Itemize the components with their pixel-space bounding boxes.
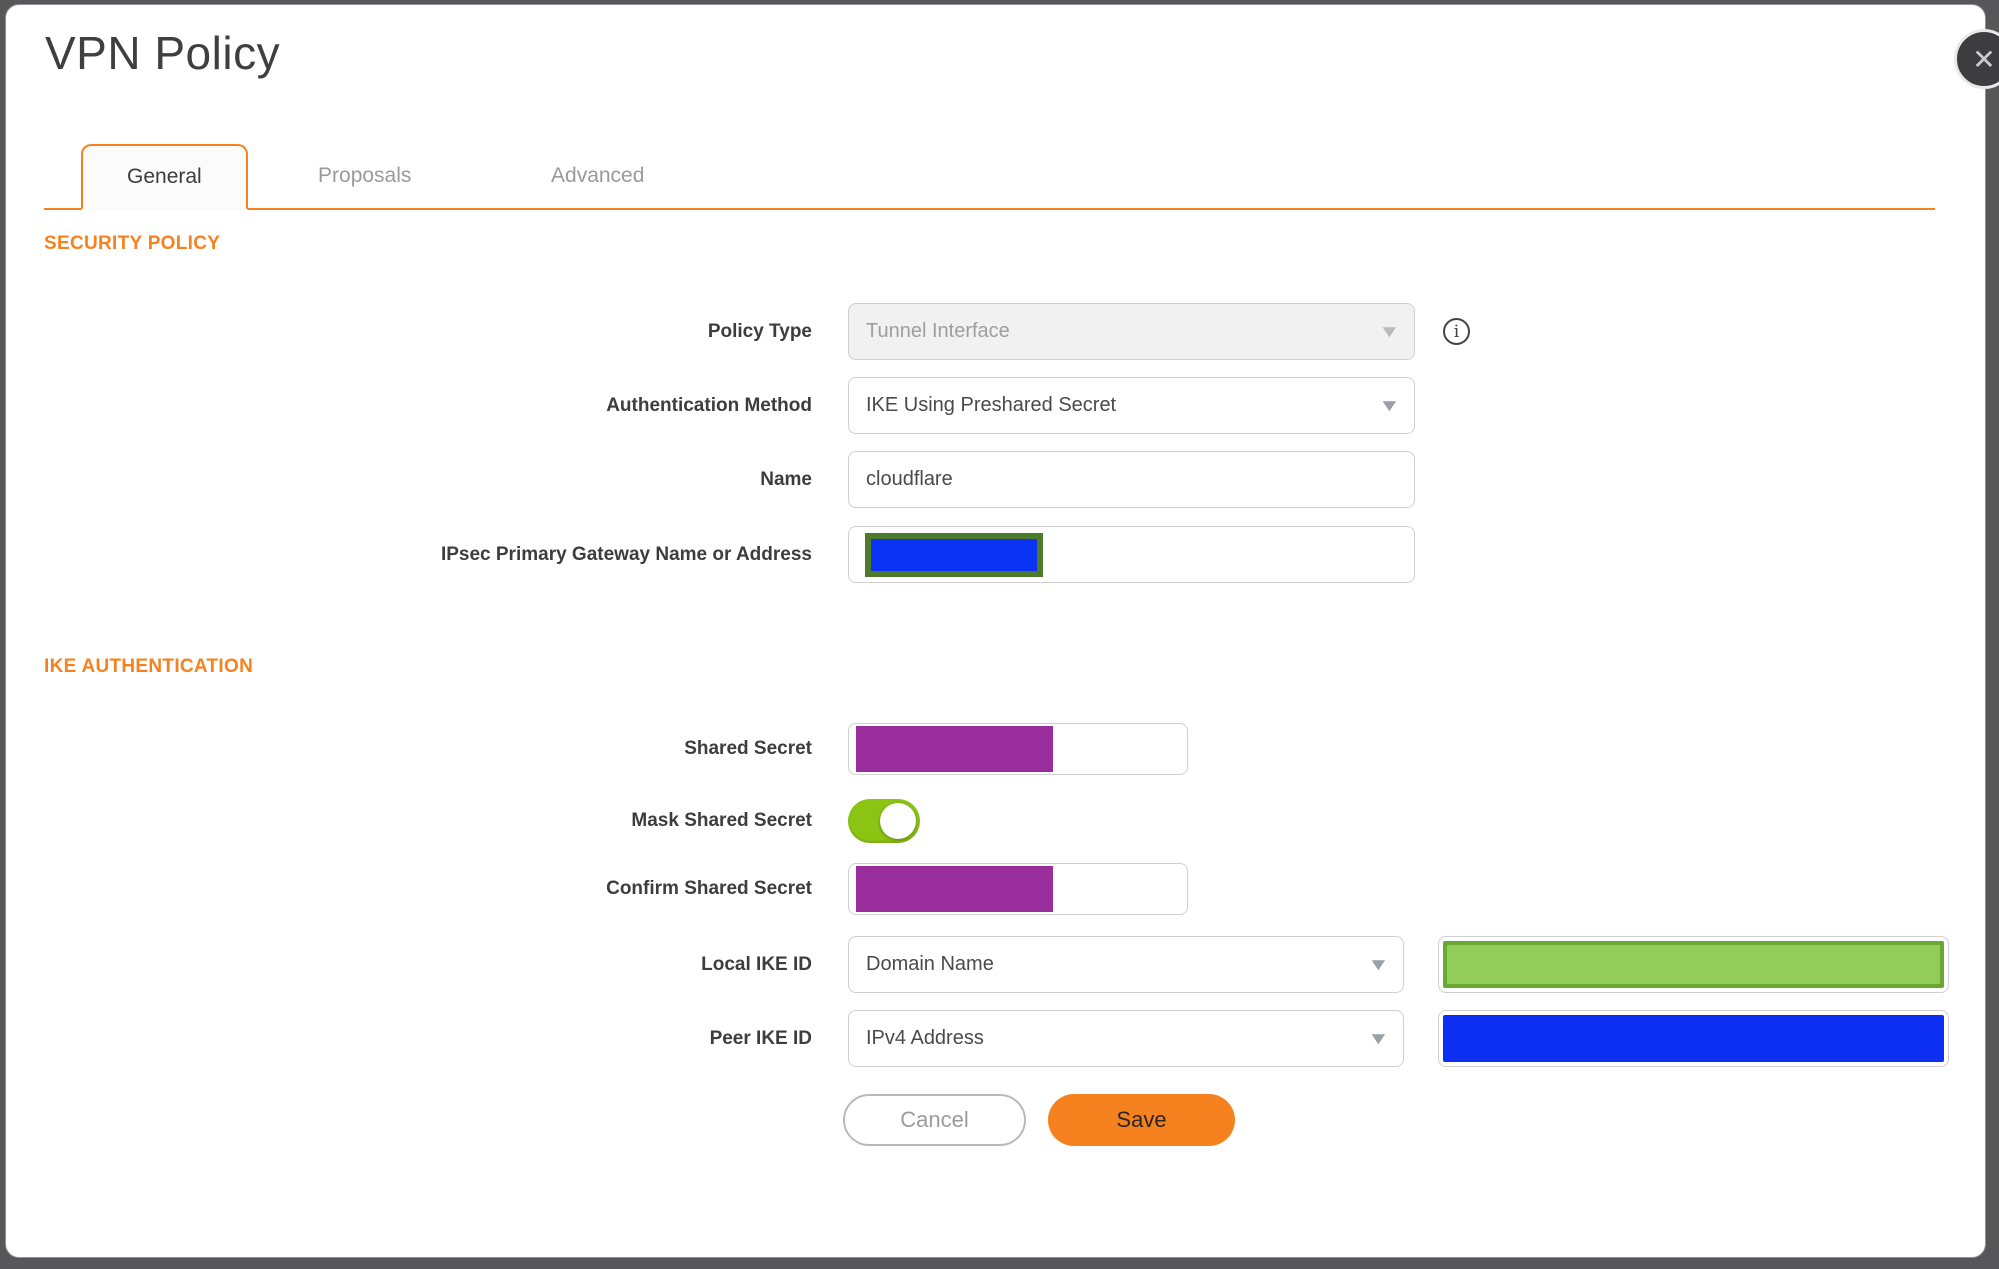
- policy-type-label: Policy Type: [707, 320, 812, 342]
- form-row-name: Name: [6, 451, 1985, 508]
- confirm-shared-secret-label: Confirm Shared Secret: [606, 878, 812, 899]
- local-ike-id-type-select[interactable]: Domain Name ▼: [848, 936, 1404, 993]
- security-policy-heading: SECURITY POLICY: [44, 233, 221, 254]
- dialog-actions: Cancel Save: [6, 1094, 1985, 1146]
- chevron-down-icon: ▼: [1367, 1028, 1390, 1048]
- chevron-down-icon: ▼: [1378, 395, 1401, 415]
- authentication-method-label: Authentication Method: [606, 394, 812, 416]
- vpn-policy-modal: VPN Policy General Proposals Advanced SE…: [5, 4, 1986, 1258]
- redacted-confirm-shared-secret-value: [856, 866, 1053, 912]
- policy-type-select[interactable]: Tunnel Interface ▼: [848, 303, 1415, 360]
- toggle-knob-icon: [880, 803, 916, 839]
- redacted-gateway-value: [865, 532, 1043, 577]
- redacted-peer-ike-id-value: [1443, 1015, 1944, 1062]
- ike-authentication-heading: IKE AUTHENTICATION: [44, 656, 254, 677]
- form-row-peer-ike-id: Peer IKE ID IPv4 Address ▼: [6, 1010, 1985, 1067]
- tab-general[interactable]: General: [81, 144, 248, 210]
- name-label: Name: [760, 468, 812, 490]
- form-row-authentication-method: Authentication Method IKE Using Preshare…: [6, 377, 1985, 434]
- tab-proposals[interactable]: Proposals: [314, 144, 416, 208]
- cancel-button[interactable]: Cancel: [843, 1094, 1026, 1146]
- form-row-mask-shared-secret: Mask Shared Secret: [6, 799, 1985, 843]
- mask-shared-secret-label: Mask Shared Secret: [631, 810, 812, 831]
- authentication-method-value: IKE Using Preshared Secret: [866, 394, 1117, 416]
- tab-bar: General Proposals Advanced: [44, 144, 1935, 210]
- name-input[interactable]: [848, 451, 1415, 508]
- policy-type-value: Tunnel Interface: [866, 320, 1010, 342]
- redacted-local-ike-id-value: [1443, 941, 1944, 988]
- mask-shared-secret-toggle[interactable]: [848, 799, 920, 843]
- peer-ike-id-type-value: IPv4 Address: [866, 1027, 984, 1049]
- form-row-ipsec-gateway: IPsec Primary Gateway Name or Address: [6, 526, 1985, 583]
- ipsec-gateway-label: IPsec Primary Gateway Name or Address: [440, 543, 812, 565]
- shared-secret-label: Shared Secret: [684, 738, 812, 759]
- save-button[interactable]: Save: [1048, 1094, 1235, 1146]
- local-ike-id-value-input[interactable]: [1438, 936, 1949, 993]
- local-ike-id-type-value: Domain Name: [866, 953, 994, 975]
- form-row-confirm-shared-secret: Confirm Shared Secret: [6, 863, 1985, 915]
- peer-ike-id-label: Peer IKE ID: [709, 1027, 812, 1049]
- peer-ike-id-value-input[interactable]: [1438, 1010, 1949, 1067]
- local-ike-id-label: Local IKE ID: [701, 953, 812, 975]
- shared-secret-input[interactable]: [848, 723, 1188, 775]
- chevron-down-icon: ▼: [1378, 321, 1401, 341]
- redacted-shared-secret-value: [856, 726, 1053, 772]
- authentication-method-select[interactable]: IKE Using Preshared Secret ▼: [848, 377, 1415, 434]
- tab-panel-general: SECURITY POLICY Policy Type Tunnel Inter…: [6, 233, 1985, 1146]
- ipsec-gateway-input[interactable]: [848, 526, 1415, 583]
- form-row-policy-type: Policy Type Tunnel Interface ▼ i: [6, 303, 1985, 360]
- peer-ike-id-type-select[interactable]: IPv4 Address ▼: [848, 1010, 1404, 1067]
- chevron-down-icon: ▼: [1367, 954, 1390, 974]
- tab-advanced[interactable]: Advanced: [550, 144, 646, 208]
- form-row-shared-secret: Shared Secret: [6, 723, 1985, 775]
- form-row-local-ike-id: Local IKE ID Domain Name ▼: [6, 936, 1985, 993]
- info-icon[interactable]: i: [1443, 318, 1470, 345]
- page-title: VPN Policy: [45, 27, 281, 79]
- confirm-shared-secret-input[interactable]: [848, 863, 1188, 915]
- vpn-policy-dialog-page: ✕ VPN Policy General Proposals Advanced …: [0, 0, 1999, 1269]
